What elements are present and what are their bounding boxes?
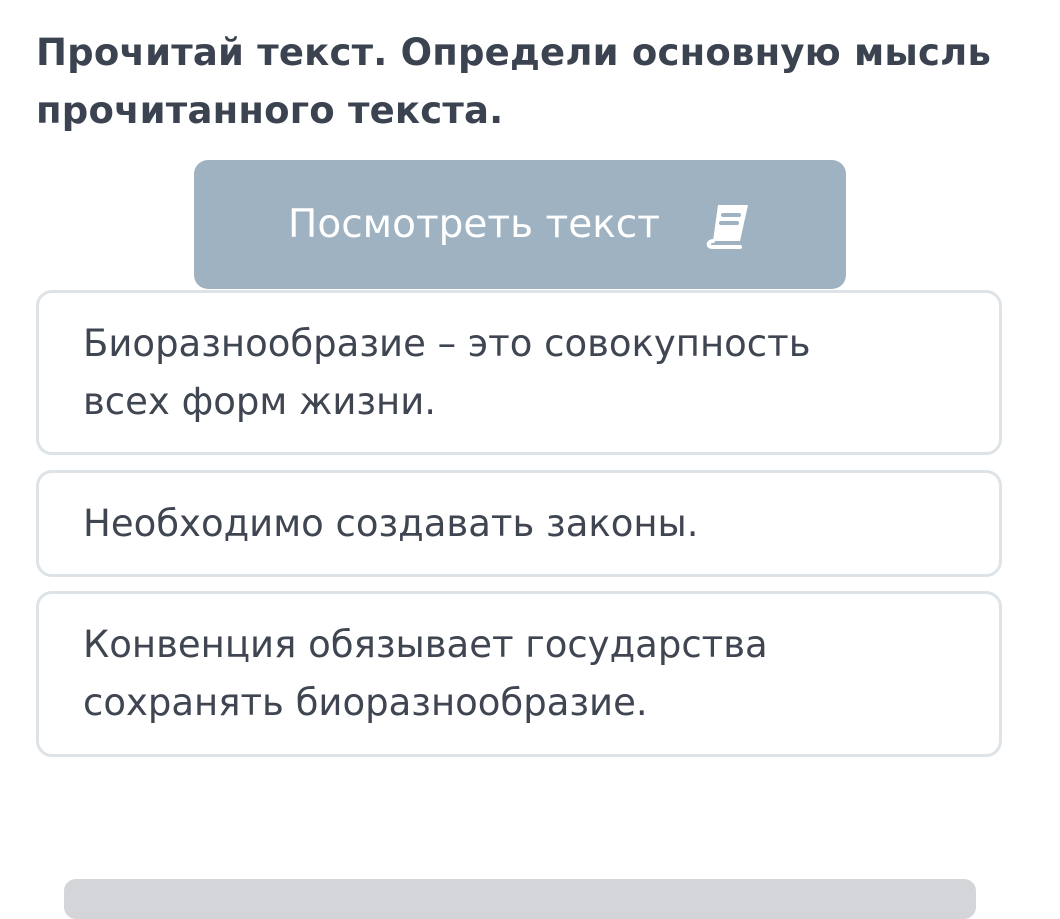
answer-option-text: Биоразнообразие – это совокупность всех … bbox=[83, 321, 811, 423]
answer-option-3[interactable]: Конвенция обязывает государства сохранят… bbox=[36, 591, 1002, 757]
book-icon bbox=[704, 201, 752, 249]
submit-button[interactable] bbox=[64, 879, 976, 919]
view-text-button-label: Посмотреть текст bbox=[288, 202, 660, 247]
answer-option-2[interactable]: Необходимо создавать законы. bbox=[36, 470, 1002, 577]
answer-option-1[interactable]: Биоразнообразие – это совокупность всех … bbox=[36, 290, 1002, 455]
answer-option-text: Конвенция обязывает государства сохранят… bbox=[83, 623, 768, 724]
question-text: Прочитай текст. Определи основную мысль … bbox=[36, 31, 992, 132]
answer-option-text: Необходимо создавать законы. bbox=[83, 501, 699, 545]
view-text-button[interactable]: Посмотреть текст bbox=[194, 160, 846, 289]
